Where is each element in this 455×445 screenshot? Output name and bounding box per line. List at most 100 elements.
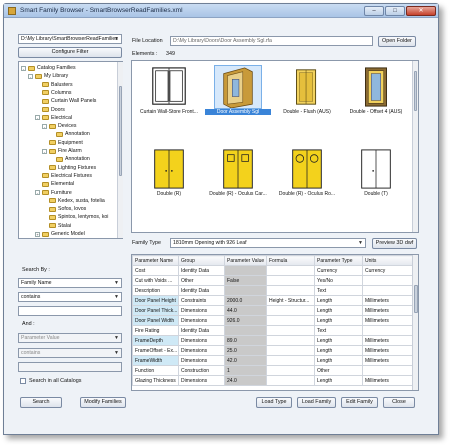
tree-item[interactable]: Doors xyxy=(35,106,65,114)
close-button[interactable]: Close xyxy=(383,397,415,408)
tree-item[interactable]: - My Library xyxy=(28,72,68,80)
tree-item[interactable]: Electrical Fixtures xyxy=(35,172,92,180)
tree-expander-icon[interactable]: - xyxy=(42,123,47,129)
tree-item[interactable]: - Furniture xyxy=(35,189,72,197)
column-header[interactable]: Group xyxy=(178,255,225,266)
table-cell-value[interactable]: 1 xyxy=(224,365,267,376)
tree-expander-icon[interactable]: + xyxy=(35,231,40,237)
table-cell-value[interactable]: 2000.0 xyxy=(224,295,267,306)
title-bar[interactable]: Smart Family Browser - SmartBrowserReadF… xyxy=(4,4,438,18)
thumbnail-scrollbar-thumb[interactable] xyxy=(414,71,417,111)
tree-item[interactable]: Elemental xyxy=(35,180,74,188)
table-cell-value[interactable] xyxy=(224,285,267,296)
family-thumbnail[interactable]: Double (R) - Oculus Car... xyxy=(205,146,271,202)
table-cell-value[interactable]: False xyxy=(224,275,267,286)
tree-expander-icon[interactable]: - xyxy=(35,115,40,121)
column-header[interactable]: Formula xyxy=(266,255,315,266)
tree-item[interactable]: Sofos, lovos xyxy=(42,205,86,213)
table-row[interactable]: Fire Rating Identity Data Text xyxy=(132,325,413,336)
param-op-value: contains xyxy=(21,350,41,356)
family-thumbnail[interactable]: Double (R) xyxy=(136,146,202,202)
catalog-tree[interactable]: - Catalog Families - My Library Balusters Col… xyxy=(18,62,121,238)
table-row[interactable]: Door Panel Width Dimensions 926.0 Length Mil… xyxy=(132,315,413,326)
table-row[interactable]: Cut with Voids ... Other False Yes/No xyxy=(132,275,413,286)
tree-item[interactable]: - Fire Alarm xyxy=(42,147,82,155)
configure-filter-button[interactable]: Configure Filter xyxy=(18,47,122,58)
tree-item[interactable]: - Electrical xyxy=(35,114,72,122)
library-path-combo[interactable]: D:\My Library\SmartBrowserReadFamilies ▼ xyxy=(18,34,122,44)
param-op-combo[interactable]: contains ▼ xyxy=(18,348,122,358)
preview-3d-button[interactable]: Preview 3D dwf xyxy=(372,238,417,249)
load-type-button[interactable]: Load Type xyxy=(256,397,292,408)
table-cell-value[interactable]: 44.0 xyxy=(224,305,267,316)
thumbnail-scrollbar[interactable] xyxy=(412,61,418,232)
thumbnail-grid[interactable]: Curtain Wall-Store Front... Door Assembly… xyxy=(132,60,419,232)
tree-expander-icon[interactable]: - xyxy=(28,73,33,79)
family-type-combo[interactable]: 1810mm Opening with 926 Leaf ▼ xyxy=(170,238,366,248)
tree-item[interactable]: Spintos, lentymos, koi xyxy=(42,213,108,221)
table-row[interactable]: Description Identity Data Text xyxy=(132,285,413,296)
file-location-field[interactable]: D:\My Library\Doors\Door Assembly Sgl.rf… xyxy=(170,36,373,46)
table-cell-group: Other xyxy=(178,275,225,286)
tree-scrollbar[interactable] xyxy=(117,62,123,238)
param-value-combo[interactable]: Parameter Value ▼ xyxy=(18,333,122,343)
parameter-table-scrollbar-thumb[interactable] xyxy=(414,285,418,313)
modify-families-button[interactable]: Modify Families xyxy=(80,397,126,408)
tree-expander-icon[interactable]: - xyxy=(42,148,47,154)
table-row[interactable]: FrameDepth Dimensions 89.0 Length Millimeter… xyxy=(132,335,413,346)
table-cell-formula xyxy=(266,265,315,276)
table-cell-value[interactable]: 24.0 xyxy=(224,375,267,386)
tree-item[interactable]: Balusters xyxy=(35,81,73,89)
table-row[interactable]: Door Panel Height Constraints 2000.0 Height… xyxy=(132,295,413,306)
column-header[interactable]: Units xyxy=(362,255,413,266)
search-button[interactable]: Search xyxy=(20,397,62,408)
family-thumbnail[interactable]: Double - Flush (AUS) xyxy=(274,64,340,120)
table-cell-value[interactable]: 89.0 xyxy=(224,335,267,346)
open-folder-button[interactable]: Open Folder xyxy=(378,36,416,47)
tree-expander-icon[interactable]: - xyxy=(35,190,40,195)
family-thumbnail[interactable]: Curtain Wall-Store Front... xyxy=(136,64,202,120)
tree-item[interactable]: - Catalog Families xyxy=(21,64,76,72)
column-header[interactable]: Parameter Value xyxy=(224,255,267,266)
family-thumbnail[interactable]: Double - Offset 4 (AUS) xyxy=(343,64,409,120)
column-header[interactable]: Parameter Name xyxy=(132,255,179,266)
tree-expander-icon[interactable]: - xyxy=(21,65,26,71)
table-cell-value[interactable]: 42.0 xyxy=(224,355,267,366)
parameter-table-scrollbar[interactable] xyxy=(412,255,418,390)
tree-item[interactable]: Stalai xyxy=(42,222,71,230)
table-row[interactable]: Function Construction 1 Other xyxy=(132,365,413,376)
table-cell-value[interactable]: 926.0 xyxy=(224,315,267,326)
edit-family-button[interactable]: Edit Family xyxy=(341,397,378,408)
table-row[interactable]: FrameWidth Dimensions 42.0 Length Millimeter… xyxy=(132,355,413,366)
tree-item[interactable]: Curtain Wall Panels xyxy=(35,97,96,105)
table-cell-value[interactable] xyxy=(224,265,267,276)
column-header[interactable]: Parameter Type xyxy=(314,255,363,266)
tree-item[interactable]: Annotation xyxy=(49,155,90,163)
family-thumbnail[interactable]: Double (T) xyxy=(343,146,409,202)
search-op-combo[interactable]: contains ▼ xyxy=(18,292,122,302)
tree-item[interactable]: Equipment xyxy=(42,139,83,147)
load-family-button[interactable]: Load Family xyxy=(297,397,336,408)
tree-item[interactable]: Annotation xyxy=(49,130,90,138)
search-field-combo[interactable]: Family Name ▼ xyxy=(18,278,122,288)
search-all-catalogs-checkbox[interactable] xyxy=(20,378,26,384)
tree-item[interactable]: Columns xyxy=(35,89,71,97)
search-input[interactable] xyxy=(18,306,122,316)
table-cell-value[interactable] xyxy=(224,325,267,336)
table-row[interactable]: Cost Identity Data Currency Currency xyxy=(132,265,413,276)
tree-item[interactable]: - Devices xyxy=(42,122,76,130)
family-thumbnail[interactable]: Double (R) - Oculus Ro... xyxy=(274,146,340,202)
tree-item[interactable]: + Generic Model xyxy=(35,230,85,238)
tree-scrollbar-thumb[interactable] xyxy=(119,86,122,176)
param-value-input[interactable] xyxy=(18,362,122,372)
tree-item[interactable]: Lighting Fixtures xyxy=(42,164,96,172)
tree-item[interactable]: Kedex, susta, fotelia xyxy=(42,197,105,205)
table-cell-value[interactable]: 25.0 xyxy=(224,345,267,356)
maximize-button[interactable]: □ xyxy=(385,6,405,16)
minimize-button[interactable]: – xyxy=(364,6,384,16)
table-row[interactable]: Door Panel Thick... Dimensions 44.0 Length M… xyxy=(132,305,413,316)
family-thumbnail[interactable]: Door Assembly Sgl xyxy=(205,64,271,120)
table-row[interactable]: FrameOffset - Ex... Dimensions 25.0 Length M… xyxy=(132,345,413,356)
table-row[interactable]: Glazing Thickness Dimensions 24.0 Length Mil… xyxy=(132,375,413,386)
close-window-button[interactable]: ✕ xyxy=(406,6,436,16)
